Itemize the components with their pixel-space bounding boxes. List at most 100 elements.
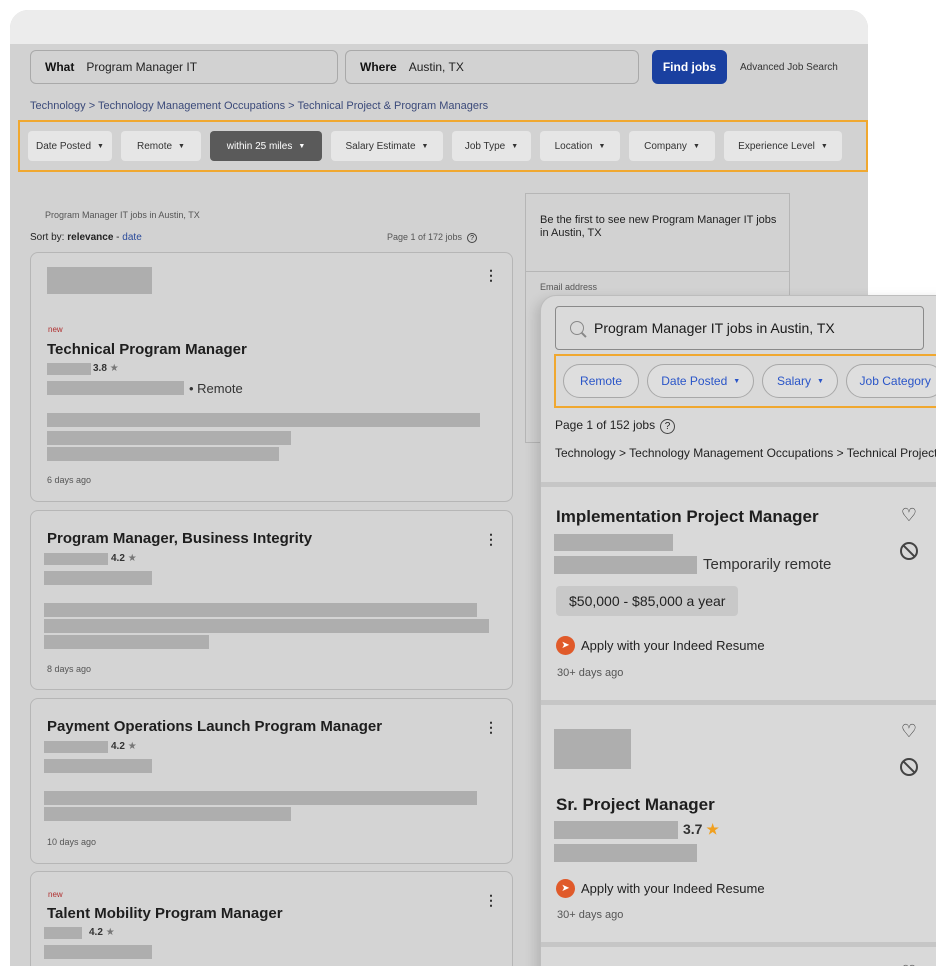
posted-age: 30+ days ago — [557, 909, 624, 921]
star-icon: ★ — [105, 927, 115, 938]
filter-label: Remote — [580, 374, 623, 388]
company-rating: 4.2 ★ — [111, 553, 137, 564]
more-options-icon[interactable]: ⋮ — [484, 720, 498, 734]
job-title[interactable]: Sr. Project Manager — [556, 795, 715, 815]
mobile-breadcrumb[interactable]: Technology > Technology Management Occup… — [555, 446, 936, 460]
mobile-search-input[interactable]: Program Manager IT jobs in Austin, TX — [555, 306, 924, 350]
where-label: Where — [360, 60, 397, 74]
save-heart-icon[interactable]: ♡ — [899, 721, 919, 741]
mobile-window: Program Manager IT jobs in Austin, TX Re… — [540, 295, 936, 966]
location-placeholder — [554, 844, 697, 862]
chevron-down-icon: ▼ — [421, 142, 429, 150]
chevron-down-icon: ▼ — [97, 142, 104, 150]
easy-apply-label: ➤ Apply with your Indeed Resume — [556, 636, 765, 655]
rating-value: 4.2 — [89, 927, 103, 938]
filter-job-type[interactable]: Job Type ▼ — [452, 131, 531, 161]
new-badge: new — [48, 890, 63, 899]
job-card[interactable]: ⋮ new Technical Program Manager 3.8 ★ • … — [30, 252, 513, 502]
sort-by: Sort by: relevance - date — [30, 232, 142, 243]
filter-salary-estimate[interactable]: Salary Estimate ▼ — [331, 131, 443, 161]
filter-label: Salary — [776, 374, 811, 388]
job-card[interactable]: ⋮ new Talent Mobility Program Manager 4.… — [30, 871, 513, 966]
help-icon[interactable]: ? — [467, 233, 478, 243]
filter-label: Remote — [137, 140, 173, 152]
job-title[interactable]: Implementation Project Manager — [556, 507, 819, 527]
chevron-down-icon: ▼ — [692, 142, 700, 150]
filter-date-posted[interactable]: Date Posted ▼ — [28, 131, 112, 161]
rating-value: 4.2 — [111, 741, 125, 752]
filter-label: Company — [644, 140, 687, 152]
where-value: Austin, TX — [408, 60, 464, 74]
star-icon: ★ — [706, 821, 719, 837]
mobile-filter-remote[interactable]: Remote — [563, 364, 640, 398]
filter-label: Date Posted — [36, 140, 92, 152]
mobile-filter-bar: Remote Date Posted ▼ Salary ▼ Job Category — [554, 354, 936, 408]
more-options-icon[interactable]: ⋮ — [484, 532, 498, 546]
company-name-placeholder — [47, 363, 91, 375]
filter-experience-level[interactable]: Experience Level ▼ — [724, 131, 842, 161]
mobile-filter-salary[interactable]: Salary ▼ — [762, 364, 839, 398]
browser-top-bar — [10, 10, 868, 44]
find-jobs-button[interactable]: Find jobs — [652, 50, 727, 84]
posted-age: 30+ days ago — [557, 667, 624, 679]
company-rating: 4.2 ★ — [111, 741, 137, 752]
company-name-placeholder — [44, 553, 108, 565]
breadcrumb[interactable]: Technology > Technology Management Occup… — [30, 100, 488, 112]
more-options-icon[interactable]: ⋮ — [484, 893, 498, 907]
advanced-search-link[interactable]: Advanced Job Search — [740, 62, 838, 73]
job-title[interactable]: Talent Mobility Program Manager — [47, 905, 283, 922]
chevron-down-icon: ▼ — [511, 142, 519, 150]
rating-value: 3.7 — [683, 821, 703, 837]
where-input[interactable]: Where Austin, TX — [345, 50, 639, 84]
location-placeholder — [44, 945, 152, 959]
what-input[interactable]: What Program Manager IT — [30, 50, 338, 84]
save-heart-icon[interactable]: ♡ — [899, 505, 919, 525]
divider — [526, 271, 789, 272]
snippet-placeholder — [44, 807, 291, 821]
job-card[interactable]: Program Manager, Business Integrity ⋮ 4.… — [30, 510, 513, 690]
apply-text: Apply with your Indeed Resume — [581, 638, 765, 653]
filter-location[interactable]: Location ▼ — [540, 131, 620, 161]
job-title[interactable]: Technical Program Manager — [47, 341, 247, 358]
job-card[interactable]: Payment Operations Launch Program Manage… — [30, 698, 513, 864]
help-icon[interactable]: ? — [660, 419, 676, 434]
page-count-text: Page 1 of 152 jobs — [555, 418, 656, 432]
job-title[interactable]: Payment Operations Launch Program Manage… — [47, 718, 382, 735]
filter-label: Date Posted — [661, 374, 728, 388]
not-interested-icon[interactable] — [900, 758, 918, 776]
sort-date-link[interactable]: date — [122, 232, 141, 243]
chevron-down-icon: ▼ — [178, 142, 185, 150]
snippet-placeholder — [47, 447, 279, 461]
more-options-icon[interactable]: ⋮ — [484, 268, 498, 282]
filter-label: Job Category — [859, 374, 931, 388]
posted-age: 8 days ago — [47, 664, 92, 674]
filter-company[interactable]: Company ▼ — [629, 131, 715, 161]
company-logo-placeholder — [47, 267, 152, 294]
filter-label: Experience Level — [738, 140, 815, 152]
page-count: Page 1 of 172 jobs? — [387, 232, 478, 243]
chevron-down-icon: ▼ — [733, 377, 741, 385]
screenshot-stage: What Program Manager IT Where Austin, TX… — [0, 0, 936, 966]
company-rating: 3.7 ★ — [683, 821, 719, 838]
mobile-filter-date-posted[interactable]: Date Posted ▼ — [647, 364, 755, 398]
job-location: Temporarily remote — [703, 556, 832, 573]
company-name-placeholder — [554, 534, 673, 551]
rating-value: 3.8 — [93, 363, 107, 374]
what-value: Program Manager IT — [86, 60, 198, 74]
star-icon: ★ — [127, 553, 137, 564]
not-interested-icon[interactable] — [900, 542, 918, 560]
mobile-filter-job-category[interactable]: Job Category — [846, 364, 936, 398]
sort-relevance[interactable]: relevance — [67, 232, 113, 243]
posted-age: 6 days ago — [47, 475, 92, 485]
sort-prefix: Sort by: — [30, 232, 65, 243]
save-heart-icon[interactable]: ♡ — [899, 962, 919, 966]
snippet-placeholder — [44, 603, 477, 617]
salary-badge: $50,000 - $85,000 a year — [556, 586, 739, 616]
mobile-search-value: Program Manager IT jobs in Austin, TX — [594, 320, 835, 336]
job-title[interactable]: Program Manager, Business Integrity — [47, 530, 312, 547]
filter-remote[interactable]: Remote ▼ — [121, 131, 201, 161]
filter-distance[interactable]: within 25 miles ▼ — [210, 131, 322, 161]
snippet-placeholder — [47, 413, 480, 427]
location-placeholder — [47, 381, 184, 395]
snippet-placeholder — [47, 431, 291, 445]
